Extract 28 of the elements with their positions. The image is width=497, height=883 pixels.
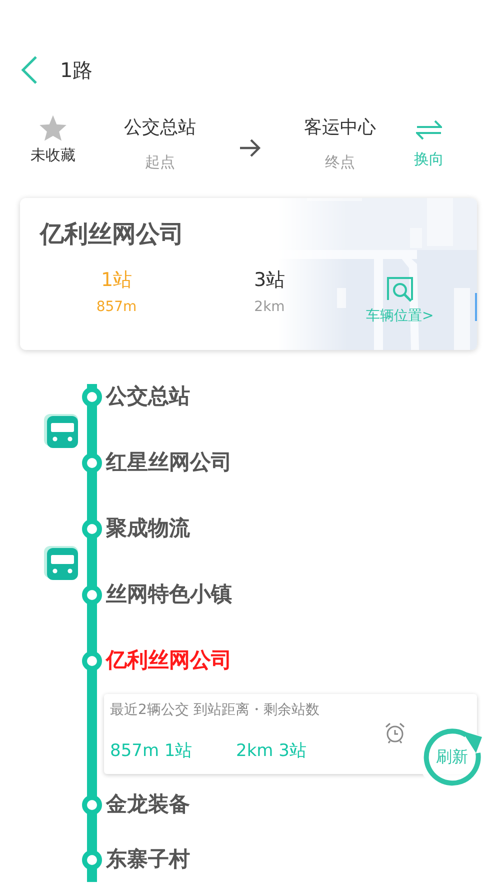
arrival-text: 857m 1站 (110, 740, 194, 763)
bus-distance: 857m (96, 298, 137, 316)
search-icon (386, 276, 414, 304)
info-caption: 最近2辆公交 到站距离・剩余站数 (110, 701, 320, 720)
stop-marker (82, 387, 102, 407)
stop-name[interactable]: 丝网特色小镇 (106, 579, 232, 611)
stop-name[interactable]: 东寨子村 (106, 844, 190, 876)
station-title: 亿利丝网公司 (40, 219, 185, 250)
swap-icon (416, 120, 442, 140)
bus-distance: 2km (254, 298, 285, 316)
stop-name[interactable]: 公交总站 (106, 381, 190, 413)
stop-caption: 起点 (145, 152, 175, 173)
arrival-text: 2km 3站 (236, 740, 306, 763)
stop-name: 客运中心 (304, 116, 376, 140)
page-title: 1路 (60, 57, 93, 84)
stop-name[interactable]: 金龙装备 (106, 789, 190, 821)
stop-count: 3站 (254, 268, 286, 293)
alarm-clock-icon[interactable] (384, 722, 406, 744)
stop-caption: 终点 (325, 152, 355, 173)
stop-count: 1站 (100, 268, 132, 293)
stop-name[interactable]: 聚成物流 (106, 513, 190, 545)
stop-name[interactable]: 亿利丝网公司 (106, 645, 232, 677)
back-icon[interactable] (20, 55, 38, 85)
stop-name: 公交总站 (124, 116, 196, 140)
stop-name[interactable]: 红星丝网公司 (106, 447, 232, 479)
arrow-icon (239, 138, 261, 158)
star-icon (38, 114, 68, 142)
favorite-button[interactable]: 未收藏 (0, 114, 106, 166)
